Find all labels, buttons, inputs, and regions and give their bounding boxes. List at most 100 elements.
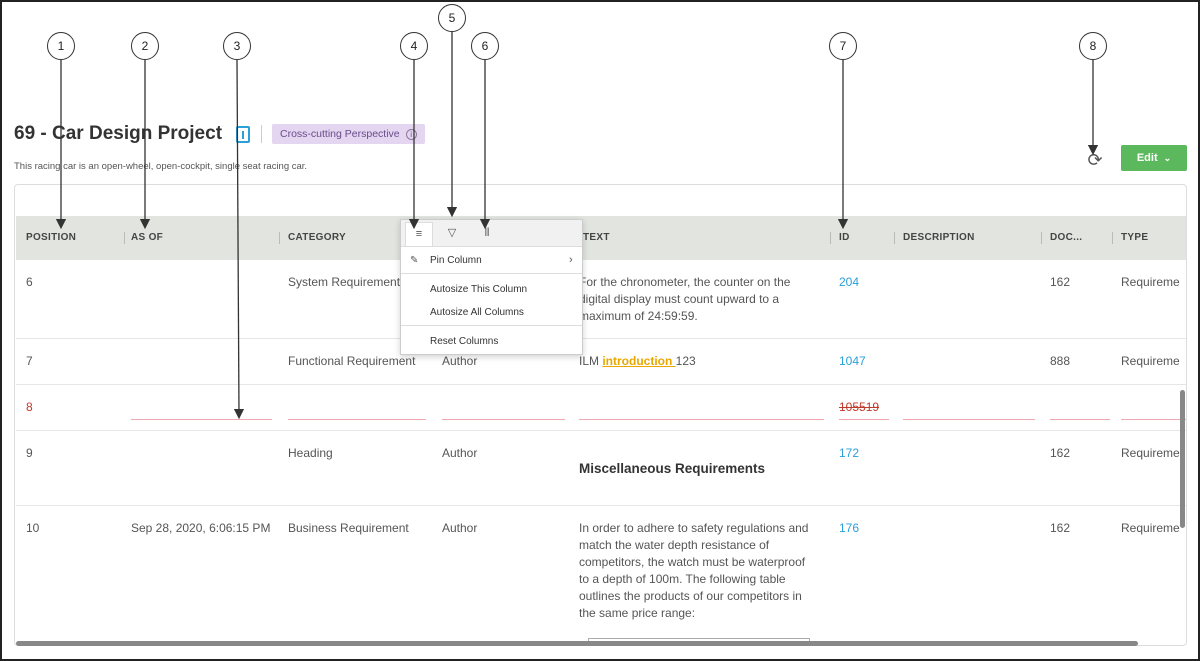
info-icon[interactable]: i bbox=[405, 128, 417, 140]
menu-divider bbox=[401, 273, 582, 274]
cell-document: 888 bbox=[1050, 354, 1071, 368]
deleted-underline bbox=[1050, 419, 1110, 420]
text-line: outlines the products of our competitors… bbox=[579, 589, 802, 603]
cell-type: Requireme bbox=[1121, 275, 1180, 289]
text-line: digital display must count upward to a bbox=[579, 292, 780, 306]
menu-item-pin-column[interactable]: Pin Column bbox=[430, 255, 482, 266]
column-divider[interactable] bbox=[830, 232, 831, 244]
document-icon[interactable] bbox=[236, 126, 250, 143]
cell-author: Author bbox=[442, 354, 478, 368]
deleted-underline bbox=[579, 419, 824, 420]
table-row[interactable]: 7 Functional Requirement Author ILM intr… bbox=[16, 339, 1186, 385]
cell-position: 8 bbox=[26, 400, 33, 414]
column-header-text[interactable]: TEXT bbox=[583, 216, 610, 260]
column-header-category[interactable]: CATEGORY bbox=[288, 216, 346, 260]
text-line: the same price range: bbox=[579, 606, 696, 620]
cell-author: Author bbox=[442, 446, 478, 460]
cell-id-deleted: 105519 bbox=[839, 400, 880, 414]
cell-text: ILM introduction 123 bbox=[579, 353, 696, 370]
highlighted-term[interactable]: introduction bbox=[602, 354, 675, 368]
edit-button[interactable]: Edit ⌄ bbox=[1121, 145, 1187, 171]
cell-position: 9 bbox=[26, 446, 33, 460]
column-header-id[interactable]: ID bbox=[839, 216, 850, 260]
deleted-underline bbox=[1121, 419, 1186, 420]
cell-id-link[interactable]: 204 bbox=[839, 274, 859, 291]
cell-id-link[interactable]: 176 bbox=[839, 520, 859, 537]
cell-document: 162 bbox=[1050, 521, 1071, 535]
column-header-document[interactable]: DOC... bbox=[1050, 216, 1082, 260]
column-divider[interactable] bbox=[124, 232, 125, 244]
cell-as-of: Sep 28, 2020, 6:06:15 PM bbox=[131, 521, 271, 535]
cell-position: 7 bbox=[26, 354, 33, 368]
column-divider[interactable] bbox=[1112, 232, 1113, 244]
column-menu-tabs: ≡ ▽ ⦀ bbox=[401, 220, 582, 247]
text-line: In order to adhere to safety regulations… bbox=[579, 521, 809, 535]
deleted-underline bbox=[442, 419, 565, 420]
deleted-underline bbox=[131, 419, 272, 420]
cell-author: Author bbox=[442, 521, 478, 535]
cell-heading-text: Miscellaneous Requirements bbox=[579, 461, 766, 476]
column-header-position[interactable]: POSITION bbox=[26, 216, 76, 260]
menu-tab-columns-icon[interactable]: ⦀ bbox=[473, 222, 501, 246]
callout-2: 2 bbox=[131, 32, 159, 60]
callout-6: 6 bbox=[471, 32, 499, 60]
cell-type: Requireme bbox=[1121, 354, 1180, 368]
text-line: For the chronometer, the counter on the bbox=[579, 275, 791, 289]
menu-item-autosize-this[interactable]: Autosize This Column bbox=[430, 284, 527, 295]
cell-id-link[interactable]: 1047 bbox=[839, 353, 866, 370]
header-divider bbox=[261, 125, 262, 143]
cell-position: 6 bbox=[26, 275, 33, 289]
deleted-underline bbox=[903, 419, 1035, 420]
callout-1: 1 bbox=[47, 32, 75, 60]
edit-button-label: Edit bbox=[1136, 152, 1158, 164]
table-row-deleted[interactable]: 8 105519 bbox=[16, 385, 1186, 431]
cell-category: Business Requirement bbox=[288, 521, 409, 535]
callout-4: 4 bbox=[400, 32, 428, 60]
menu-item-autosize-all[interactable]: Autosize All Columns bbox=[430, 307, 524, 318]
callout-8: 8 bbox=[1079, 32, 1107, 60]
column-divider[interactable] bbox=[1041, 232, 1042, 244]
cell-category: Functional Requirement bbox=[288, 354, 416, 368]
text-prefix: ILM bbox=[579, 354, 603, 368]
cell-type: Requireme bbox=[1121, 446, 1180, 460]
text-line: competitors, the watch must be waterproo… bbox=[579, 555, 806, 569]
page-title: 69 - Car Design Project bbox=[14, 123, 223, 144]
column-menu: ≡ ▽ ⦀ ✎ Pin Column › Autosize This Colum… bbox=[400, 219, 583, 355]
cell-id-link[interactable]: 172 bbox=[839, 445, 859, 462]
perspective-badge: Cross-cutting Perspective i bbox=[272, 124, 425, 144]
cell-document: 162 bbox=[1050, 275, 1071, 289]
column-divider[interactable] bbox=[894, 232, 895, 244]
horizontal-scrollbar[interactable] bbox=[16, 641, 1138, 646]
table-row[interactable]: 10 Sep 28, 2020, 6:06:15 PM Business Req… bbox=[16, 506, 1186, 645]
column-header-type[interactable]: TYPE bbox=[1121, 216, 1148, 260]
column-divider[interactable] bbox=[279, 232, 280, 244]
menu-item-reset-columns[interactable]: Reset Columns bbox=[430, 336, 498, 347]
text-line: match the water depth resistance of bbox=[579, 538, 770, 552]
callout-7: 7 bbox=[829, 32, 857, 60]
deleted-underline bbox=[288, 419, 426, 420]
text-suffix: 123 bbox=[675, 354, 696, 368]
pin-icon: ✎ bbox=[410, 255, 419, 266]
refresh-icon[interactable]: ⟳ bbox=[1085, 150, 1105, 170]
text-line: maximum of 24:59:59. bbox=[579, 309, 698, 323]
menu-tab-general-icon[interactable]: ≡ bbox=[405, 222, 433, 246]
text-line: to a depth of 100m. The following table bbox=[579, 572, 786, 586]
table-row[interactable]: 6 System Requirement For the chronometer… bbox=[16, 260, 1186, 339]
menu-tab-filter-icon[interactable]: ▽ bbox=[438, 222, 466, 246]
callout-5: 5 bbox=[438, 4, 466, 32]
cell-category: Heading bbox=[288, 446, 333, 460]
cell-category: System Requirement bbox=[288, 275, 401, 289]
grid-header-row: POSITION AS OF CATEGORY TEXT ID DESCRIPT… bbox=[16, 216, 1186, 260]
cell-text: In order to adhere to safety regulations… bbox=[579, 520, 829, 622]
deleted-underline bbox=[839, 419, 889, 420]
chevron-down-icon: ⌄ bbox=[1163, 152, 1172, 163]
table-row[interactable]: 9 Heading Author Miscellaneous Requireme… bbox=[16, 431, 1186, 506]
column-header-description[interactable]: DESCRIPTION bbox=[903, 216, 975, 260]
cell-position: 10 bbox=[26, 521, 40, 535]
callout-3: 3 bbox=[223, 32, 251, 60]
perspective-badge-label: Cross-cutting Perspective bbox=[280, 128, 400, 140]
cell-type: Requireme bbox=[1121, 521, 1180, 535]
vertical-scrollbar[interactable] bbox=[1180, 390, 1185, 528]
cell-document: 162 bbox=[1050, 446, 1071, 460]
column-header-as-of[interactable]: AS OF bbox=[131, 216, 163, 260]
